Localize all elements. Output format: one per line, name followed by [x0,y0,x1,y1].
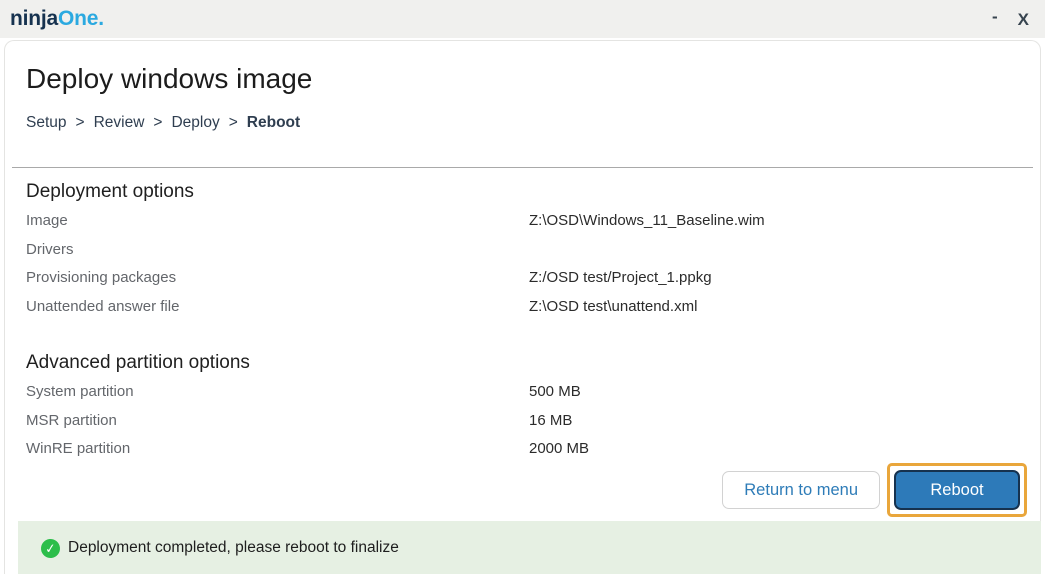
field-value-unattended-answer-file: Z:\OSD test\unattend.xml [529,298,697,327]
field-value-winre-partition: 2000 MB [529,440,589,469]
page-title: Deploy windows image [26,63,312,95]
breadcrumb-separator: > [229,114,238,132]
section-divider [12,167,1033,168]
annotation-highlight-box: Reboot [887,463,1027,517]
breadcrumb-step-reboot: Reboot [247,114,300,132]
list-item: System partition 500 MB [26,383,1019,412]
breadcrumb-separator: > [153,114,162,132]
field-label-unattended-answer-file: Unattended answer file [26,298,529,327]
app-window: ninjaOne. - X Deploy windows image Setup… [0,0,1045,574]
deployment-options-list: Image Z:\OSD\Windows_11_Baseline.wim Dri… [26,212,1019,326]
return-to-menu-button[interactable]: Return to menu [722,471,880,509]
success-banner-message: Deployment completed, please reboot to f… [68,539,399,557]
reboot-button[interactable]: Reboot [894,470,1020,510]
breadcrumb-step-deploy[interactable]: Deploy [171,114,219,132]
breadcrumb-separator: > [76,114,85,132]
list-item: MSR partition 16 MB [26,412,1019,441]
titlebar: ninjaOne. - X [0,0,1045,38]
logo-text-one: One. [58,7,104,30]
list-item: Drivers [26,241,1019,270]
partition-options-list: System partition 500 MB MSR partition 16… [26,383,1019,469]
main-panel: Deploy windows image Setup > Review > De… [4,40,1041,574]
check-circle-icon: ✓ [40,538,61,559]
field-value-system-partition: 500 MB [529,383,581,412]
list-item: Image Z:\OSD\Windows_11_Baseline.wim [26,212,1019,241]
minimize-button[interactable]: - [992,8,998,31]
window-controls: - X [992,8,1029,31]
list-item: Provisioning packages Z:/OSD test/Projec… [26,269,1019,298]
partition-options-heading: Advanced partition options [26,352,250,374]
logo-text-ninja: ninja [10,7,58,30]
ninjaone-logo: ninjaOne. [10,7,104,31]
breadcrumb-step-review[interactable]: Review [94,114,145,132]
field-value-msr-partition: 16 MB [529,412,572,441]
field-value-image: Z:\OSD\Windows_11_Baseline.wim [529,212,765,241]
field-label-winre-partition: WinRE partition [26,440,529,469]
breadcrumb-step-setup[interactable]: Setup [26,114,67,132]
success-banner: ✓ Deployment completed, please reboot to… [18,521,1041,574]
field-label-drivers: Drivers [26,241,529,270]
list-item: Unattended answer file Z:\OSD test\unatt… [26,298,1019,327]
action-button-row: Return to menu Reboot [722,463,1027,517]
close-button[interactable]: X [1018,11,1029,28]
field-label-system-partition: System partition [26,383,529,412]
field-label-image: Image [26,212,529,241]
field-label-provisioning-packages: Provisioning packages [26,269,529,298]
field-value-provisioning-packages: Z:/OSD test/Project_1.ppkg [529,269,712,298]
breadcrumb: Setup > Review > Deploy > Reboot [26,114,300,132]
field-label-msr-partition: MSR partition [26,412,529,441]
deployment-options-heading: Deployment options [26,181,194,203]
